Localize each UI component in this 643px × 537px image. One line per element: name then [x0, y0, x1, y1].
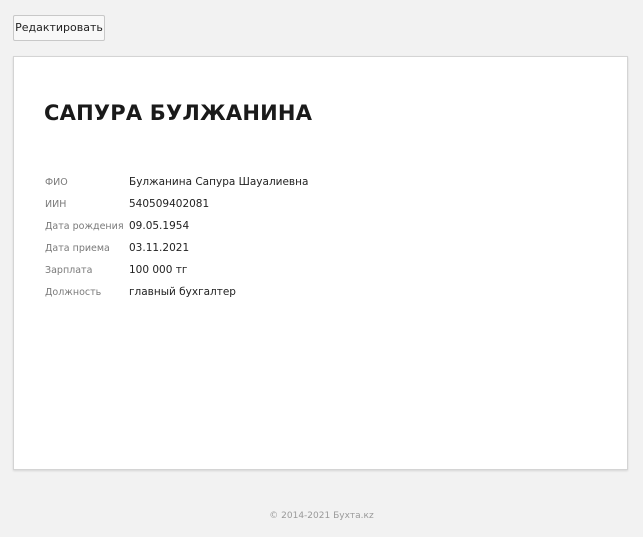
employee-details: ФИО Булжанина Сапура Шауалиевна ИИН 5405… — [45, 171, 308, 303]
employee-name-title: САПУРА БУЛЖАНИНА — [44, 101, 313, 125]
field-value: Булжанина Сапура Шауалиевна — [129, 176, 309, 188]
field-value: главный бухгалтер — [129, 286, 236, 298]
field-label: Зарплата — [45, 264, 93, 276]
field-value: 100 000 тг — [129, 264, 188, 276]
field-label: ФИО — [45, 176, 68, 188]
field-value: 03.11.2021 — [129, 242, 190, 254]
edit-button[interactable]: Редактировать — [13, 15, 105, 41]
field-label: ИИН — [45, 198, 67, 210]
field-row-iin: ИИН 540509402081 — [45, 193, 308, 215]
field-row-salary: Зарплата 100 000 тг — [45, 259, 308, 281]
field-label: Должность — [45, 286, 102, 298]
field-row-position: Должность главный бухгалтер — [45, 281, 308, 303]
employee-card: САПУРА БУЛЖАНИНА ФИО Булжанина Сапура Ша… — [13, 56, 628, 470]
field-label: Дата рождения — [45, 220, 124, 232]
field-value: 540509402081 — [129, 198, 210, 210]
field-row-birth-date: Дата рождения 09.05.1954 — [45, 215, 308, 237]
field-label: Дата приема — [45, 242, 110, 254]
field-row-hire-date: Дата приема 03.11.2021 — [45, 237, 308, 259]
field-value: 09.05.1954 — [129, 220, 190, 232]
footer-copyright: © 2014-2021 Бухта.кz — [269, 511, 374, 521]
field-row-fio: ФИО Булжанина Сапура Шауалиевна — [45, 171, 308, 193]
